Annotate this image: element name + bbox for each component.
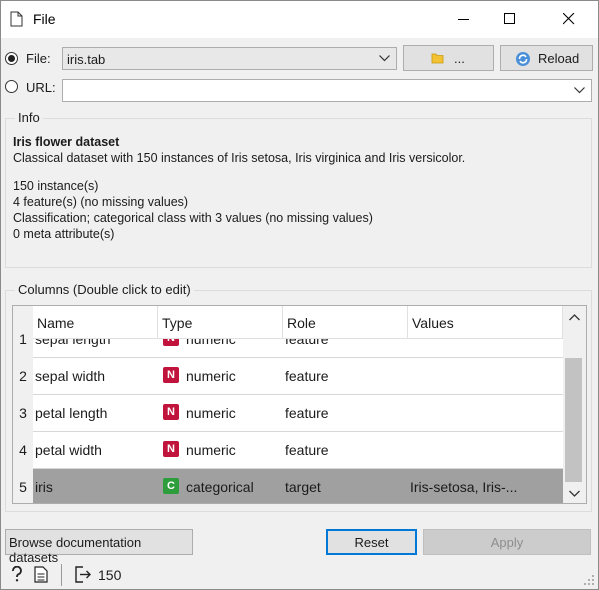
reload-label: Reload bbox=[538, 51, 580, 66]
scrollbar-thumb[interactable] bbox=[565, 358, 582, 482]
url-combo[interactable] bbox=[62, 79, 592, 102]
file-combo-value: iris.tab bbox=[67, 52, 106, 67]
vertical-scrollbar[interactable] bbox=[563, 306, 586, 503]
row-number: 4 bbox=[19, 442, 27, 458]
minimize-button[interactable] bbox=[441, 1, 487, 38]
report-icon[interactable] bbox=[34, 566, 48, 586]
minimize-icon bbox=[458, 19, 469, 20]
maximize-button[interactable] bbox=[487, 1, 533, 38]
help-icon[interactable] bbox=[10, 565, 24, 585]
dataset-description: Classical dataset with 150 instances of … bbox=[13, 151, 466, 165]
info-group: Info Iris flower dataset Classical datas… bbox=[5, 110, 592, 268]
table-row[interactable]: petal length N numeric feature bbox=[33, 395, 563, 432]
numeric-badge-icon: N bbox=[163, 367, 179, 383]
output-icon bbox=[74, 566, 92, 586]
file-combo[interactable]: iris.tab bbox=[62, 47, 397, 70]
scroll-down-icon[interactable] bbox=[569, 490, 580, 497]
header-role-label: Role bbox=[287, 315, 316, 331]
output-count: 150 bbox=[98, 567, 122, 583]
categorical-badge-icon: C bbox=[163, 478, 179, 494]
columns-table[interactable]: sepal length N numeric feature 1 sepal w… bbox=[12, 305, 587, 504]
cell-type: categorical bbox=[186, 479, 254, 495]
chevron-down-icon bbox=[574, 87, 585, 94]
browse-file-button[interactable]: ... bbox=[403, 45, 494, 71]
row-number: 5 bbox=[19, 479, 27, 495]
reset-label: Reset bbox=[354, 535, 389, 550]
cell-type: numeric bbox=[186, 368, 236, 384]
file-radio[interactable] bbox=[5, 52, 18, 65]
header-role[interactable]: Role bbox=[283, 306, 408, 339]
browse-file-label: ... bbox=[454, 51, 465, 66]
columns-group-title: Columns (Double click to edit) bbox=[15, 282, 194, 297]
cell-role: feature bbox=[285, 442, 329, 458]
cell-name: iris bbox=[35, 479, 53, 495]
close-button[interactable] bbox=[546, 1, 592, 38]
reload-icon bbox=[516, 52, 530, 66]
scroll-up-icon[interactable] bbox=[569, 314, 580, 321]
window-title: File bbox=[33, 11, 56, 27]
cell-name: sepal width bbox=[35, 368, 106, 384]
cell-values: Iris-setosa, Iris-... bbox=[410, 479, 518, 495]
file-label: File: bbox=[26, 51, 51, 66]
status-separator bbox=[61, 564, 62, 586]
header-name[interactable]: Name bbox=[33, 306, 158, 339]
info-meta: 0 meta attribute(s) bbox=[13, 227, 115, 241]
table-row[interactable]: petal width N numeric feature bbox=[33, 432, 563, 469]
numeric-badge-icon: N bbox=[163, 404, 179, 420]
browse-documentation-button[interactable]: Browse documentation datasets bbox=[5, 529, 193, 565]
header-values-label: Values bbox=[412, 315, 454, 331]
row-number: 1 bbox=[19, 331, 27, 347]
table-row[interactable]: sepal width N numeric feature bbox=[33, 358, 563, 395]
cell-type: numeric bbox=[186, 442, 236, 458]
cell-role: feature bbox=[285, 405, 329, 421]
row-number: 2 bbox=[19, 368, 27, 384]
apply-button[interactable]: Apply bbox=[423, 529, 591, 555]
table-row-selected[interactable]: iris C categorical target Iris-setosa, I… bbox=[33, 469, 563, 503]
row-number: 3 bbox=[19, 405, 27, 421]
header-type[interactable]: Type bbox=[158, 306, 283, 339]
folder-icon bbox=[431, 53, 444, 64]
close-icon bbox=[563, 13, 575, 25]
info-features: 4 feature(s) (no missing values) bbox=[13, 195, 189, 209]
dataset-name: Iris flower dataset bbox=[13, 135, 120, 149]
maximize-icon bbox=[504, 13, 515, 24]
info-group-title: Info bbox=[15, 110, 43, 125]
file-icon bbox=[10, 11, 23, 30]
chevron-down-icon bbox=[379, 55, 390, 62]
cell-type: numeric bbox=[186, 405, 236, 421]
cell-role: target bbox=[285, 479, 321, 495]
header-values[interactable]: Values bbox=[408, 306, 563, 339]
url-radio[interactable] bbox=[5, 80, 18, 93]
resize-grip-icon[interactable] bbox=[583, 574, 595, 586]
cell-name: petal width bbox=[35, 442, 102, 458]
numeric-badge-icon: N bbox=[163, 441, 179, 457]
browse-documentation-label: Browse documentation datasets bbox=[9, 535, 142, 565]
header-type-label: Type bbox=[162, 315, 193, 331]
cell-name: petal length bbox=[35, 405, 108, 421]
reset-button[interactable]: Reset bbox=[326, 529, 417, 555]
apply-label: Apply bbox=[490, 535, 524, 550]
cell-role: feature bbox=[285, 368, 329, 384]
title-bar[interactable]: File bbox=[1, 1, 598, 38]
info-target: Classification; categorical class with 3… bbox=[13, 211, 373, 225]
url-label: URL: bbox=[26, 80, 56, 95]
reload-button[interactable]: Reload bbox=[500, 45, 593, 71]
header-name-label: Name bbox=[37, 315, 75, 331]
info-instances: 150 instance(s) bbox=[13, 179, 99, 193]
